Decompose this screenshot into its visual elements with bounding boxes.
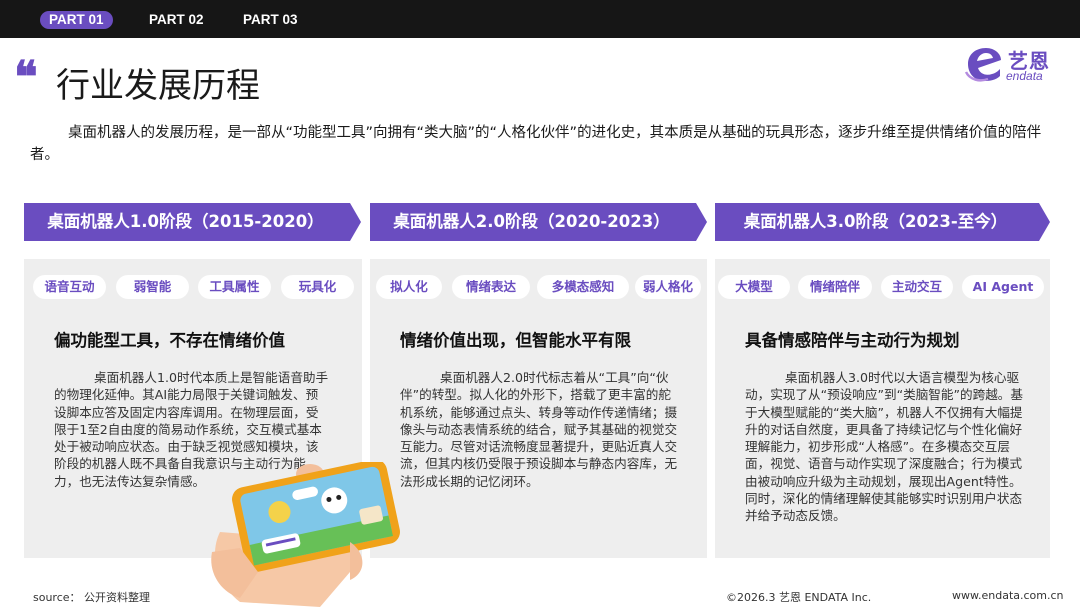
quote-mark-icon: ❝ bbox=[14, 53, 38, 102]
website-link[interactable]: www.endata.com.cn bbox=[952, 589, 1064, 602]
tag: AI Agent bbox=[962, 275, 1044, 299]
tab-part-02[interactable]: PART 02 bbox=[149, 11, 204, 29]
top-nav-bar: PART 01 PART 02 PART 03 bbox=[0, 0, 1080, 38]
stage-1-tags: 语音互动 弱智能 工具属性 玩具化 bbox=[24, 275, 362, 299]
tab-part-03[interactable]: PART 03 bbox=[243, 11, 298, 29]
tag: 工具属性 bbox=[198, 275, 271, 299]
stage-3-panel: 大模型 情绪陪伴 主动交互 AI Agent 具备情感陪伴与主动行为规划 桌面机… bbox=[715, 259, 1050, 558]
stage-1-header: 桌面机器人1.0阶段（2015-2020） bbox=[24, 203, 361, 241]
stage-3-header: 桌面机器人3.0阶段（2023-至今） bbox=[715, 203, 1050, 241]
tag: 大模型 bbox=[718, 275, 790, 299]
stage-2-heading: 情绪价值出现，但智能水平有限 bbox=[400, 331, 631, 350]
stage-2-title: 桌面机器人2.0阶段（2020-2023） bbox=[393, 212, 670, 231]
tag: 弱人格化 bbox=[635, 275, 701, 299]
stage-1-heading: 偏功能型工具，不存在情绪价值 bbox=[54, 331, 285, 350]
page-title: 行业发展历程 bbox=[56, 66, 260, 106]
hand-holding-phone-illustration bbox=[200, 459, 400, 607]
stage-2-tags: 拟人化 情绪表达 多模态感知 弱人格化 bbox=[370, 275, 707, 299]
stage-2-header: 桌面机器人2.0阶段（2020-2023） bbox=[370, 203, 707, 241]
tag: 玩具化 bbox=[281, 275, 354, 299]
tag: 多模态感知 bbox=[537, 275, 629, 299]
tag: 主动交互 bbox=[881, 275, 953, 299]
stage-2-panel: 拟人化 情绪表达 多模态感知 弱人格化 情绪价值出现，但智能水平有限 桌面机器人… bbox=[370, 259, 707, 558]
endata-logo-icon bbox=[964, 48, 1001, 82]
stage-3-body: 桌面机器人3.0时代以大语言模型为核心驱动，实现了从“预设响应”到“类脑智能”的… bbox=[745, 370, 1023, 524]
tag: 弱智能 bbox=[116, 275, 189, 299]
tag: 语音互动 bbox=[33, 275, 106, 299]
stage-2-body: 桌面机器人2.0时代标志着从“工具”向“伙伴”的转型。拟人化的外形下，搭载了更丰… bbox=[400, 370, 678, 489]
copyright: ©2026.3 艺恩 ENDATA Inc. bbox=[726, 591, 872, 604]
source-note: source： 公开资料整理 bbox=[33, 591, 151, 604]
tag: 拟人化 bbox=[376, 275, 442, 299]
logo-en-text: endata bbox=[1006, 69, 1043, 83]
endata-logo: 艺恩 endata bbox=[964, 44, 1074, 84]
stage-3-title: 桌面机器人3.0阶段（2023-至今） bbox=[743, 212, 1008, 231]
stage-3-heading: 具备情感陪伴与主动行为规划 bbox=[745, 331, 960, 350]
stage-1-title: 桌面机器人1.0阶段（2015-2020） bbox=[47, 212, 324, 231]
stage-3-tags: 大模型 情绪陪伴 主动交互 AI Agent bbox=[715, 275, 1050, 299]
tab-part-01[interactable]: PART 01 bbox=[40, 11, 113, 29]
tag: 情绪表达 bbox=[452, 275, 530, 299]
tag: 情绪陪伴 bbox=[798, 275, 872, 299]
intro-paragraph: 桌面机器人的发展历程，是一部从“功能型工具”向拥有“类大脑”的“人格化伙伴”的进… bbox=[30, 125, 1042, 163]
